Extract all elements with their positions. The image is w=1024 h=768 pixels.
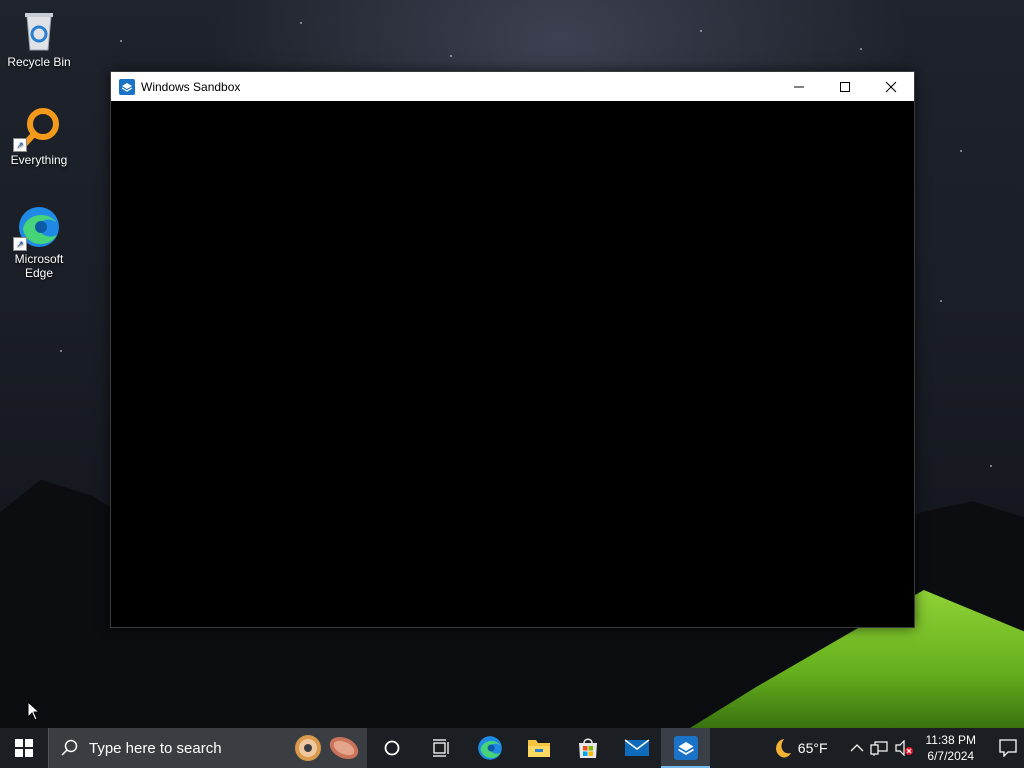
maximize-button[interactable] bbox=[822, 72, 868, 101]
donut-icon bbox=[295, 735, 321, 761]
desktop-icon-label: Recycle Bin bbox=[7, 55, 71, 69]
taskbar-mail-button[interactable] bbox=[612, 728, 661, 768]
taskbar-edge-button[interactable] bbox=[465, 728, 514, 768]
file-explorer-icon bbox=[527, 740, 550, 757]
windows-sandbox-icon bbox=[119, 78, 135, 95]
microsoft-store-icon bbox=[578, 738, 597, 758]
close-icon bbox=[885, 81, 897, 92]
volume-muted-icon[interactable] bbox=[894, 740, 914, 756]
windows-sandbox-window[interactable]: Windows Sandbox bbox=[110, 71, 915, 628]
taskbar-windows-sandbox-button[interactable] bbox=[661, 728, 710, 768]
mouse-cursor-icon bbox=[27, 701, 41, 721]
moon-icon bbox=[775, 739, 791, 758]
clock-time: 11:38 PM bbox=[925, 733, 976, 747]
start-button[interactable] bbox=[0, 728, 48, 768]
search-highlight-doodle[interactable] bbox=[291, 734, 361, 762]
weather-temperature: 65°F bbox=[797, 740, 828, 756]
shortcut-arrow-icon: ↗ bbox=[13, 237, 27, 251]
taskbar-microsoft-store-button[interactable] bbox=[563, 728, 612, 768]
shortcut-arrow-icon: ↗ bbox=[13, 138, 27, 152]
windows-logo-icon bbox=[15, 739, 33, 757]
desktop-icon-label: Microsoft Edge bbox=[14, 252, 64, 280]
desktop-icon-microsoft-edge[interactable]: ↗ Microsoft Edge bbox=[1, 205, 77, 280]
desktop-icon-everything[interactable]: ↗ Everything bbox=[1, 106, 77, 167]
everything-magnifier-icon: ↗ bbox=[13, 106, 61, 152]
network-icon[interactable] bbox=[869, 740, 888, 756]
close-button[interactable] bbox=[868, 72, 914, 101]
window-title: Windows Sandbox bbox=[141, 79, 241, 94]
recycle-bin-icon bbox=[17, 8, 61, 52]
weather-widget[interactable]: 65°F bbox=[770, 737, 828, 759]
desktop-icon-recycle-bin[interactable]: Recycle Bin bbox=[1, 8, 77, 69]
bread-icon bbox=[329, 736, 359, 760]
chevron-up-icon[interactable] bbox=[850, 743, 864, 753]
action-center-button[interactable] bbox=[992, 739, 1024, 757]
search-placeholder: Type here to search bbox=[89, 739, 222, 757]
sandbox-client-area[interactable] bbox=[111, 101, 914, 627]
windows-sandbox-icon bbox=[673, 736, 698, 760]
desktop-icon-label: Everything bbox=[10, 153, 68, 167]
window-titlebar[interactable]: Windows Sandbox bbox=[111, 72, 914, 101]
taskbar-search-box[interactable]: Type here to search bbox=[48, 728, 367, 768]
edge-icon: ↗ bbox=[13, 205, 61, 251]
search-icon bbox=[61, 739, 78, 756]
system-tray: 65°F 11:38 PM 6/7/2024 bbox=[770, 728, 1024, 768]
cortana-icon bbox=[384, 740, 399, 756]
task-view-button[interactable] bbox=[416, 728, 465, 768]
minimize-button[interactable] bbox=[776, 72, 822, 101]
taskbar-file-explorer-button[interactable] bbox=[514, 728, 563, 768]
minimize-icon bbox=[794, 86, 804, 87]
cortana-button[interactable] bbox=[367, 728, 416, 768]
maximize-icon bbox=[840, 81, 850, 92]
task-view-icon bbox=[432, 739, 449, 757]
edge-icon bbox=[477, 736, 502, 760]
clock-date: 6/7/2024 bbox=[927, 749, 975, 763]
taskbar: Type here to search 65°F 11:38 PM 6/7/20… bbox=[0, 728, 1024, 768]
mail-icon bbox=[624, 739, 649, 756]
taskbar-clock[interactable]: 11:38 PM 6/7/2024 bbox=[926, 732, 976, 764]
notification-icon bbox=[999, 739, 1017, 757]
